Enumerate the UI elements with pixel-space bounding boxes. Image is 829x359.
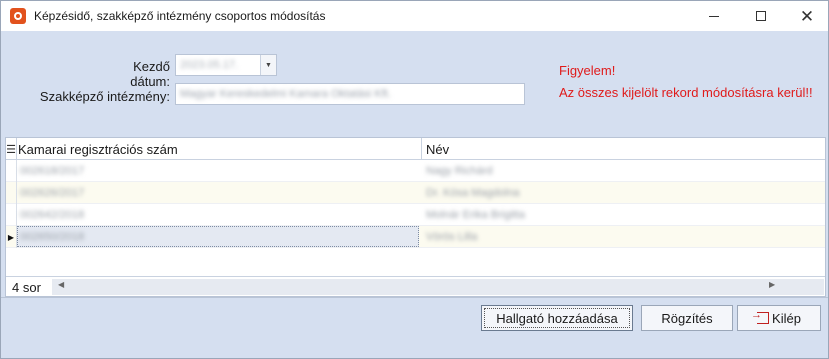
start-date-field[interactable]: 2023.05.17. ▼ — [175, 54, 277, 76]
scroll-right-icon[interactable]: ▶ — [769, 280, 775, 289]
app-logo-icon — [10, 8, 26, 24]
window-title: Képzésidő, szakképző intézmény csoportos… — [34, 9, 326, 23]
reg-cell: 002618/2017 — [20, 165, 85, 177]
chevron-down-icon[interactable]: ▼ — [260, 55, 276, 75]
minimize-icon — [709, 15, 719, 17]
institution-label: Szakképző intézmény: — [39, 89, 170, 104]
exit-icon — [751, 309, 770, 324]
grid-footer: 4 sor ◀ ▶ — [6, 276, 825, 296]
warning-title: Figyelem! — [559, 63, 616, 78]
edit-panel: Kezdő dátum: 2023.05.17. ▼ Szakképző int… — [5, 37, 826, 132]
table-row[interactable]: 002618/2017 Nagy Richárd — [6, 160, 825, 182]
row-pointer-icon[interactable]: ▶ — [6, 226, 17, 248]
save-button[interactable]: Rögzítés — [641, 305, 733, 331]
row-count: 4 sor — [12, 280, 41, 295]
reg-cell: 002642/2018 — [20, 209, 85, 221]
exit-button[interactable]: Kilép — [737, 305, 821, 331]
name-cell: Molnár Erika Brigitta — [426, 209, 526, 221]
exit-label: Kilép — [772, 310, 801, 326]
add-student-button[interactable]: Hallgató hozzáadása — [481, 305, 633, 331]
reg-cell: 002626/2017 — [20, 187, 85, 199]
warning-text: Az összes kijelölt rekord módosításra ke… — [559, 85, 813, 100]
grid-header: ☰ Kamarai regisztrációs szám Név — [6, 138, 825, 160]
footer-divider — [1, 297, 828, 298]
column-divider[interactable] — [421, 138, 422, 160]
save-label: Rögzítés — [661, 310, 713, 326]
name-cell: Vörös Lilla — [426, 231, 478, 243]
institution-field[interactable]: Magyar Kereskedelmi Kamara Oktatási Kft. — [175, 83, 525, 105]
close-button[interactable]: ✕ — [784, 1, 829, 31]
horizontal-scrollbar[interactable] — [52, 279, 824, 295]
column-header-reg[interactable]: Kamarai regisztrációs szám — [18, 142, 178, 157]
row-indicator[interactable] — [6, 160, 17, 182]
row-indicator[interactable] — [6, 182, 17, 204]
maximize-icon — [756, 11, 766, 21]
maximize-button[interactable] — [738, 1, 784, 31]
table-row[interactable]: 002642/2018 Molnár Erika Brigitta — [6, 204, 825, 226]
column-chooser-icon[interactable]: ☰ — [6, 138, 17, 160]
reg-cell: 002650/2018 — [20, 231, 85, 243]
table-row[interactable]: 002626/2017 Dr. Kósa Magdolna — [6, 182, 825, 204]
records-grid[interactable]: ☰ Kamarai regisztrációs szám Név 002618/… — [5, 137, 826, 297]
start-date-label: Kezdő dátum: — [130, 59, 170, 89]
start-date-value: 2023.05.17. — [180, 59, 239, 71]
name-cell: Nagy Richárd — [426, 165, 493, 177]
institution-value: Magyar Kereskedelmi Kamara Oktatási Kft. — [180, 88, 391, 100]
title-bar: Képzésidő, szakképző intézmény csoportos… — [1, 1, 828, 31]
name-cell: Dr. Kósa Magdolna — [426, 187, 520, 199]
scroll-left-icon[interactable]: ◀ — [58, 280, 64, 289]
close-icon: ✕ — [799, 6, 815, 26]
row-indicator[interactable] — [6, 204, 17, 226]
minimize-button[interactable] — [691, 1, 737, 31]
dialog-window: Képzésidő, szakképző intézmény csoportos… — [0, 0, 829, 359]
table-row-selected[interactable]: ▶ 002650/2018 Vörös Lilla — [6, 226, 825, 248]
column-header-name[interactable]: Név — [426, 142, 449, 157]
focus-outline — [484, 308, 630, 328]
